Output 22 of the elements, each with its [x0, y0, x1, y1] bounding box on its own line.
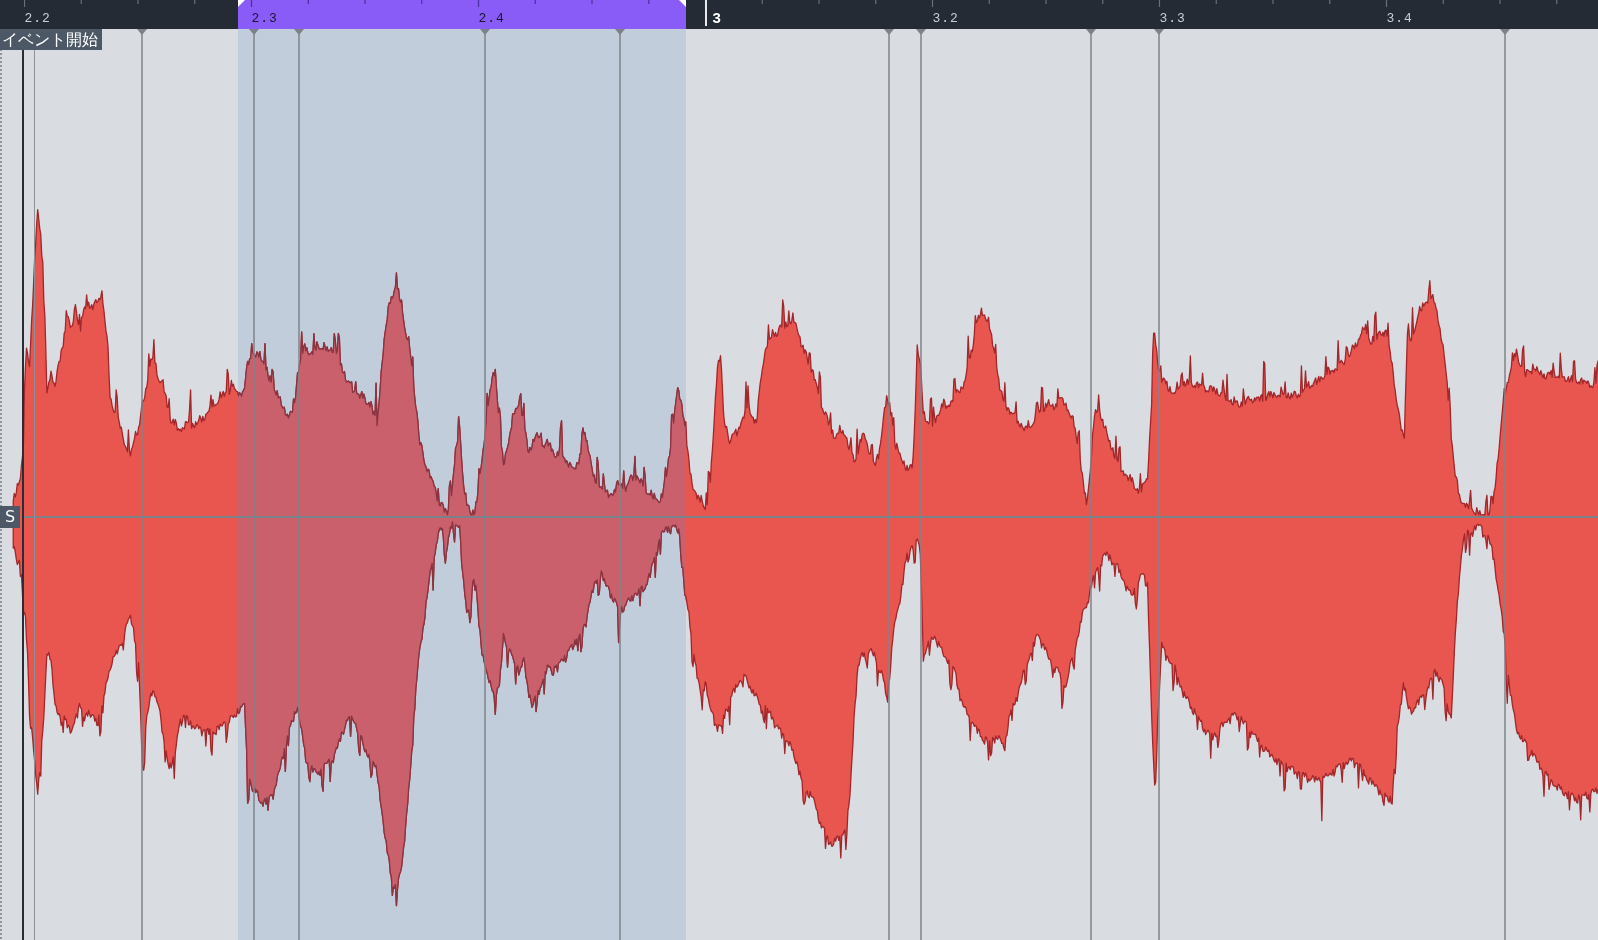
position-label: 3.3 — [1159, 12, 1186, 25]
event-start-label: イベント開始 — [0, 29, 102, 50]
triangle-icon[interactable] — [238, 0, 245, 7]
hitpoint-marker[interactable] — [1085, 29, 1096, 940]
hitpoint-marker[interactable] — [1153, 29, 1164, 940]
position-label: 3.2 — [932, 12, 959, 25]
hitpoint-marker[interactable] — [136, 29, 147, 940]
bar-number: 3 — [712, 10, 721, 25]
hitpoint-marker[interactable] — [479, 29, 490, 940]
hitpoint-marker[interactable] — [293, 29, 304, 940]
hitpoint-marker[interactable] — [249, 29, 259, 940]
triangle-icon[interactable] — [679, 0, 686, 7]
hitpoint-marker[interactable] — [884, 29, 895, 940]
position-label: 2.4 — [478, 12, 505, 25]
hitpoint-marker[interactable] — [916, 29, 926, 940]
bar-line — [704, 0, 707, 26]
position-label: 2.3 — [251, 12, 278, 25]
sync-point-handle[interactable]: S — [0, 506, 20, 528]
position-label: 2.2 — [24, 12, 51, 25]
position-label: 3.4 — [1386, 12, 1413, 25]
hitpoint-marker[interactable] — [1500, 29, 1510, 940]
hitpoint-marker[interactable] — [615, 29, 625, 940]
